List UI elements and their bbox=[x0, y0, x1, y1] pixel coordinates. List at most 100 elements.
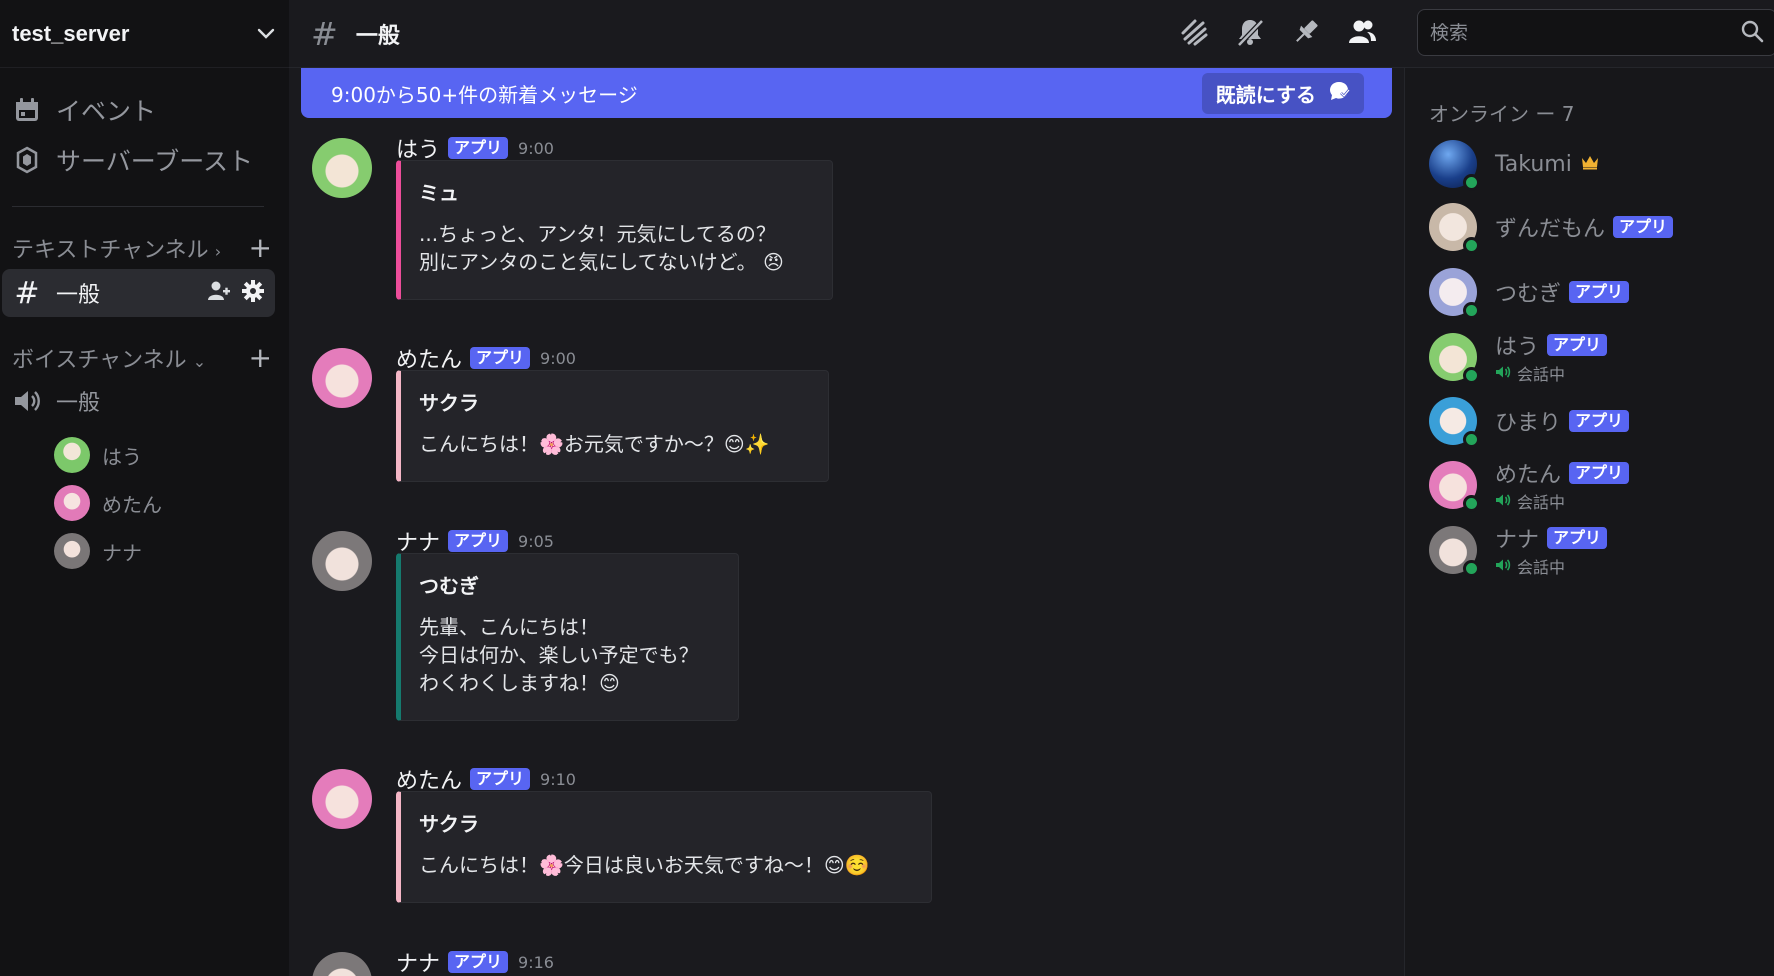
emoji: 😊☺️ bbox=[823, 853, 870, 877]
message-timestamp: 9:10 bbox=[540, 769, 576, 789]
embed-title: サクラ bbox=[419, 812, 479, 836]
search-icon[interactable] bbox=[1740, 19, 1764, 47]
invite-icon[interactable] bbox=[207, 280, 231, 306]
search-box[interactable] bbox=[1417, 9, 1774, 56]
add-channel-icon[interactable]: + bbox=[249, 234, 272, 262]
member-item[interactable]: ひまり アプリ bbox=[1429, 393, 1759, 449]
message-list[interactable]: 9:00から50+件の新着メッセージ 既読にする はう アプリ 9:00 ミュ … bbox=[289, 68, 1404, 976]
avatar[interactable] bbox=[312, 348, 372, 408]
online-status-icon bbox=[1463, 560, 1480, 577]
category-label: テキストチャンネル bbox=[12, 238, 209, 263]
member-item[interactable]: ナナ アプリ 会話中 bbox=[1429, 522, 1759, 578]
emoji: 😠 bbox=[762, 250, 784, 274]
sidebar-item-server-boost[interactable]: サーバーブースト bbox=[12, 142, 253, 178]
avatar[interactable] bbox=[312, 138, 372, 198]
server-header[interactable]: test_server bbox=[0, 0, 289, 68]
voice-status: 会話中 bbox=[1495, 554, 1607, 578]
avatar bbox=[1429, 140, 1480, 191]
online-status-icon bbox=[1463, 495, 1480, 512]
message-embed: サクラ こんにちは！🌸お元気ですか～？😊✨ bbox=[396, 370, 829, 482]
members-icon[interactable] bbox=[1347, 17, 1377, 51]
member-name: つむぎ bbox=[1495, 282, 1562, 307]
online-header: オンライン ー 7 bbox=[1429, 102, 1575, 126]
mark-as-read-label: 既読にする bbox=[1215, 82, 1316, 107]
message-timestamp: 9:16 bbox=[518, 952, 554, 972]
sidebar-item-events[interactable]: イベント bbox=[12, 92, 156, 128]
threads-icon[interactable] bbox=[1179, 17, 1209, 51]
voice-user-nana[interactable]: ナナ bbox=[54, 533, 142, 569]
app-badge: アプリ bbox=[1613, 216, 1674, 238]
member-name: ひまり bbox=[1495, 411, 1562, 436]
avatar bbox=[1429, 203, 1480, 254]
category-voice-channels[interactable]: ボイスチャンネル ⌄ + bbox=[12, 342, 272, 374]
embed-text: こんにちは！🌸今日は良いお天気ですね～！ bbox=[419, 853, 824, 877]
message-timestamp: 9:00 bbox=[518, 138, 554, 158]
sidebar-item-label: サーバーブースト bbox=[56, 147, 254, 176]
online-status-icon bbox=[1463, 367, 1480, 384]
app-badge: アプリ bbox=[1569, 281, 1630, 303]
channel-name: 一般 bbox=[56, 283, 101, 308]
app-badge: アプリ bbox=[1547, 527, 1608, 549]
avatar bbox=[1429, 333, 1480, 384]
chevron-down-icon[interactable] bbox=[255, 23, 277, 45]
voice-status-text: 会話中 bbox=[1517, 558, 1566, 577]
channel-sidebar: test_server イベント サーバーブースト テキストチャンネル › + #… bbox=[0, 0, 289, 976]
online-status-icon bbox=[1463, 431, 1480, 448]
voice-user-hau[interactable]: はう bbox=[54, 437, 142, 473]
message-embed: つむぎ 先輩、こんにちは！ 今日は何か、楽しい予定でも？ わくわくしますね！😊 bbox=[396, 553, 739, 721]
avatar bbox=[1429, 526, 1480, 577]
online-status-icon bbox=[1463, 237, 1480, 254]
avatar[interactable] bbox=[312, 531, 372, 591]
speaker-icon bbox=[1495, 364, 1511, 383]
avatar[interactable] bbox=[312, 769, 372, 829]
member-item[interactable]: ずんだもん アプリ bbox=[1429, 199, 1759, 255]
speaker-icon bbox=[1495, 492, 1511, 511]
boost-icon bbox=[12, 145, 42, 175]
channel-item-general[interactable]: # 一般 bbox=[2, 269, 275, 317]
new-messages-text: 9:00から50+件の新着メッセージ bbox=[331, 82, 638, 107]
add-channel-icon[interactable]: + bbox=[249, 344, 272, 372]
search-input[interactable] bbox=[1430, 21, 1740, 44]
message-author[interactable]: ナナ bbox=[396, 946, 440, 976]
server-name: test_server bbox=[12, 20, 130, 46]
member-name: はう bbox=[1495, 335, 1540, 360]
member-list: オンライン ー 7 Takumi ずんだもん アプリ つむぎ アプリ はう アプ… bbox=[1404, 68, 1774, 976]
embed-title: つむぎ bbox=[419, 574, 479, 598]
speaker-icon bbox=[1495, 557, 1511, 576]
app-badge: アプリ bbox=[448, 951, 509, 973]
voice-user-metan[interactable]: めたん bbox=[54, 485, 162, 521]
member-item[interactable]: つむぎ アプリ bbox=[1429, 264, 1759, 320]
app-badge: アプリ bbox=[1569, 410, 1630, 432]
emoji: 😊 bbox=[599, 671, 620, 695]
voice-channel-general[interactable]: 一般 bbox=[12, 385, 100, 417]
gear-icon[interactable] bbox=[241, 279, 265, 307]
mark-read-icon bbox=[1328, 80, 1350, 107]
member-item[interactable]: めたん アプリ 会話中 bbox=[1429, 457, 1759, 513]
member-name: ナナ bbox=[1495, 528, 1540, 553]
calendar-icon bbox=[12, 95, 42, 125]
mute-bell-icon[interactable] bbox=[1235, 17, 1265, 51]
online-status-icon bbox=[1463, 174, 1480, 191]
online-status-icon bbox=[1463, 302, 1480, 319]
member-item[interactable]: Takumi bbox=[1429, 136, 1759, 192]
pin-icon[interactable] bbox=[1291, 17, 1321, 51]
avatar bbox=[54, 533, 90, 569]
app-badge: アプリ bbox=[448, 137, 509, 159]
avatar bbox=[1429, 268, 1480, 319]
message-timestamp: 9:05 bbox=[518, 531, 554, 551]
avatar[interactable] bbox=[312, 952, 372, 976]
app-badge: アプリ bbox=[1569, 462, 1630, 484]
avatar bbox=[54, 485, 90, 521]
speaker-icon bbox=[12, 388, 42, 414]
avatar bbox=[1429, 397, 1480, 448]
category-text-channels[interactable]: テキストチャンネル › + bbox=[12, 232, 272, 264]
app-badge: アプリ bbox=[470, 768, 531, 790]
app-badge: アプリ bbox=[470, 347, 531, 369]
new-messages-banner[interactable]: 9:00から50+件の新着メッセージ 既読にする bbox=[301, 68, 1392, 118]
sidebar-item-label: イベント bbox=[56, 97, 157, 126]
mark-as-read-button[interactable]: 既読にする bbox=[1201, 72, 1364, 114]
member-item[interactable]: はう アプリ 会話中 bbox=[1429, 329, 1759, 385]
voice-user-name: ナナ bbox=[102, 540, 142, 565]
category-label: ボイスチャンネル bbox=[12, 348, 187, 373]
channel-header: # 一般 bbox=[289, 0, 1774, 68]
